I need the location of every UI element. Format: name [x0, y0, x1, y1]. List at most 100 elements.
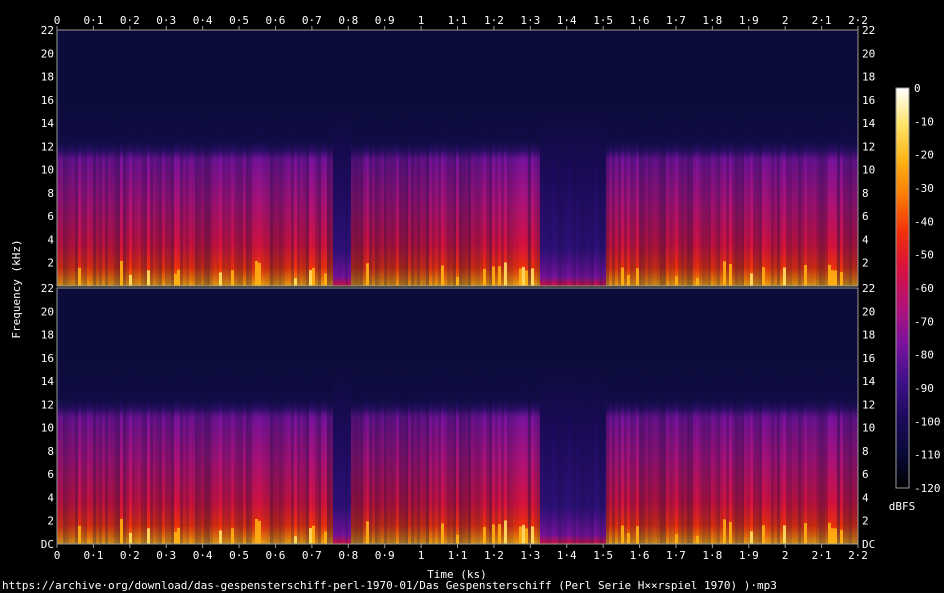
y-tick-label-right: 4 — [862, 491, 869, 504]
spectrum-column — [849, 357, 852, 544]
spectrum-column — [672, 99, 675, 287]
spectrum-column — [177, 357, 180, 544]
colorbar: 0 -10 -20 -30 -40 -50 -60 -70 -80 -90 -100 -110 -120… — [889, 82, 941, 513]
spectrum-column — [231, 357, 234, 544]
spectrum-column — [738, 357, 741, 544]
y-tick-label-right: 10 — [862, 422, 875, 435]
spectrum-burst — [831, 528, 834, 544]
spectrum-column — [66, 357, 69, 544]
spectrum-column — [834, 99, 837, 287]
y-tick-label-right: 16 — [862, 94, 875, 107]
spectrum-burst — [762, 267, 765, 286]
spectrum-burst — [729, 263, 732, 286]
spectrum-column — [438, 99, 441, 287]
spectrum-column — [396, 99, 399, 287]
spectrum-column — [678, 357, 681, 544]
spectrum-column — [129, 99, 132, 287]
spectrum-column — [252, 357, 255, 544]
spectrum-column — [756, 357, 759, 544]
spectrum-column — [177, 99, 180, 287]
spectrum-column — [363, 99, 366, 287]
spectrum-column — [834, 357, 837, 544]
spectrum-column — [144, 99, 147, 287]
spectrum-column — [306, 357, 309, 544]
spectrum-column — [411, 357, 414, 544]
spectrum-burst — [174, 532, 177, 544]
spectrum-column — [549, 104, 552, 287]
x-tick-label-bottom: 0·5 — [229, 549, 249, 562]
spectrum-column — [450, 357, 453, 544]
x-axis-top: 0 0·1 0·2 0·3 0·4 0·5 0·6 0·7 0·8 0·9 1 1·1 1·2 1·3 1·… — [54, 14, 868, 30]
spectrum-column — [660, 357, 663, 544]
spectrum-column — [690, 99, 693, 287]
spectrum-column — [399, 357, 402, 544]
spectrum-column — [579, 362, 582, 544]
spectrum-column — [60, 99, 63, 287]
spectrum-burst — [219, 272, 222, 286]
spectrum-column — [333, 362, 336, 544]
spectrum-column — [714, 99, 717, 287]
spectrum-column — [165, 357, 168, 544]
spectrum-column — [531, 99, 534, 287]
spectrum-column — [348, 362, 351, 544]
x-tick-label-bottom: 1·4 — [557, 549, 577, 562]
spectrum-burst — [522, 266, 525, 286]
spectrum-column — [219, 357, 222, 544]
x-tick-label-top: 0·8 — [338, 14, 358, 27]
y-tick-label-right: 14 — [862, 117, 876, 130]
spectrum-column — [555, 104, 558, 287]
spectrum-column — [147, 99, 150, 287]
spectrum-column — [813, 357, 816, 544]
y-axis-left: 222018161412108642222018161412108642DC — [41, 24, 55, 551]
x-tick-label-bottom: 0 — [54, 549, 61, 562]
x-tick-label-top: 0·5 — [229, 14, 249, 27]
x-tick-label-top: 1·6 — [630, 14, 650, 27]
spectrum-column — [651, 357, 654, 544]
spectrum-column — [546, 362, 549, 544]
spectrum-column — [570, 104, 573, 287]
spectrum-column — [510, 99, 513, 287]
spectrum-column — [339, 104, 342, 287]
spectrum-column — [369, 357, 372, 544]
spectrum-column — [423, 357, 426, 544]
spectrum-column — [741, 357, 744, 544]
spectrum-column — [330, 357, 333, 544]
spectrum-column — [474, 357, 477, 544]
spectrum-column — [333, 104, 336, 287]
spectrum-column — [852, 357, 855, 544]
y-tick-label-left: DC — [41, 538, 54, 551]
spectrum-column — [492, 99, 495, 287]
x-tick-label-top: 0·1 — [83, 14, 103, 27]
spectrum-column — [819, 357, 822, 544]
x-axis-bottom: 0 0·1 0·2 0·3 0·4 0·5 0·6 0·7 0·8 0·9 1 1·1 1·2 1·3 1·… — [54, 544, 868, 562]
spectrum-column — [216, 357, 219, 544]
spectrum-column — [459, 99, 462, 287]
spectrum-column — [654, 99, 657, 287]
spectrum-column — [762, 357, 765, 544]
spectrum-column — [192, 357, 195, 544]
spectrum-column — [567, 362, 570, 544]
spectrum-column — [483, 357, 486, 544]
spectrum-column — [585, 104, 588, 287]
spectrum-column — [444, 357, 447, 544]
spectrum-burst — [78, 525, 81, 544]
spectrum-column — [651, 99, 654, 287]
spectrum-column — [126, 99, 129, 287]
spectrum-column — [627, 357, 630, 544]
spectrum-column — [324, 99, 327, 287]
spectrum-column — [81, 99, 84, 287]
spectrum-column — [201, 99, 204, 287]
spectrum-column — [708, 99, 711, 287]
spectrum-column — [522, 357, 525, 544]
spectrum-burst — [129, 532, 132, 544]
spectrum-burst — [840, 530, 843, 544]
spectrum-burst — [483, 526, 486, 544]
spectrum-column — [849, 99, 852, 287]
spectrum-column — [252, 99, 255, 287]
spectrum-column — [684, 357, 687, 544]
spectrum-column — [141, 99, 144, 287]
spectrum-column — [135, 357, 138, 544]
spectrum-burst — [750, 531, 753, 544]
colorbar-tick-label: -80 — [914, 349, 934, 362]
spectrum-column — [276, 99, 279, 287]
